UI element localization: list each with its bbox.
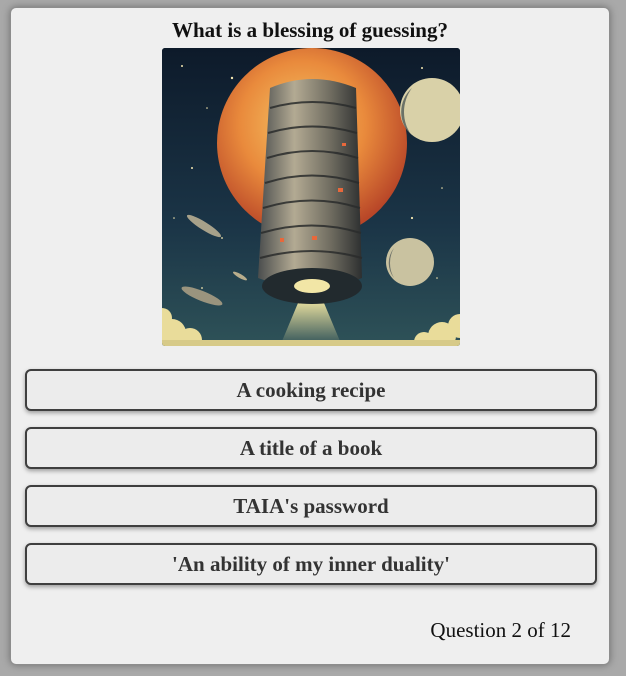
answer-button-3[interactable]: TAIA's password (25, 485, 597, 527)
space-tower-illustration (162, 48, 460, 346)
answer-button-4[interactable]: 'An ability of my inner duality' (25, 543, 597, 585)
question-image (162, 48, 460, 346)
quiz-card: What is a blessing of guessing? A cookin… (10, 7, 610, 665)
question-text: What is a blessing of guessing? (172, 18, 448, 42)
question-progress: Question 2 of 12 (430, 618, 571, 642)
answer-button-2[interactable]: A title of a book (25, 427, 597, 469)
answer-button-1[interactable]: A cooking recipe (25, 369, 597, 411)
